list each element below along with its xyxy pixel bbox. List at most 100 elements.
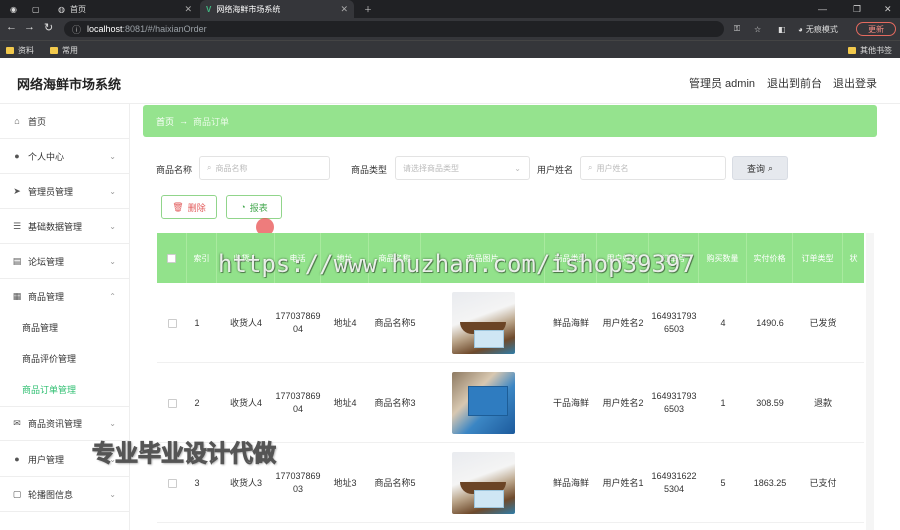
- breadcrumb: 首页 → 商品订单: [143, 105, 877, 137]
- sidebar-subitem-reviews[interactable]: 商品评价管理: [0, 343, 130, 374]
- sidebar-item-basedata[interactable]: ☰ 基础数据管理 ⌄: [0, 209, 130, 244]
- cell-user-name: 用户姓名1: [602, 477, 644, 488]
- back-icon[interactable]: ←: [6, 21, 17, 33]
- cell-address: 地址3: [333, 477, 357, 488]
- folder-icon: [50, 47, 58, 54]
- browser-tab-home[interactable]: ◍ 首页 ✕: [52, 0, 198, 18]
- incognito-icon: ◕: [798, 24, 803, 34]
- chevron-down-icon: ⌄: [109, 419, 116, 428]
- cell-order-type: 已支付: [809, 477, 837, 488]
- new-tab-button[interactable]: ＋: [358, 0, 374, 18]
- sidebar-subitem-goods[interactable]: 商品管理: [0, 312, 130, 343]
- watermark-text: https://www.huzhan.com/ishop39397: [218, 250, 695, 278]
- cell-address: 地址4: [333, 317, 357, 328]
- trash-icon: 🗑: [172, 201, 184, 212]
- cell-quantity: 1: [720, 397, 726, 408]
- cell-goods-name: 商品名称3: [374, 397, 416, 408]
- bookmark-folder[interactable]: 常用: [50, 45, 78, 56]
- chevron-down-icon: ⌄: [109, 221, 116, 231]
- query-button[interactable]: 查询 ⌕: [732, 156, 788, 180]
- goods-name-input[interactable]: ⌕ 商品名称: [199, 156, 330, 180]
- col-order-type: 订单类型: [793, 233, 843, 283]
- address-bar[interactable]: ⓘ localhost:8081/#/haixianOrder: [64, 21, 724, 37]
- minimize-icon[interactable]: —: [818, 0, 827, 18]
- logout-link[interactable]: 退出登录: [833, 75, 877, 91]
- restore-icon[interactable]: ❐: [853, 0, 861, 18]
- col-quantity: 购买数量: [699, 233, 747, 283]
- cell-order-no: 1649317936503: [651, 311, 697, 334]
- app-header: 网络海鲜市场系统 管理员 admin 退出到前台 退出登录: [0, 58, 900, 104]
- chevron-down-icon: ⌄: [514, 163, 521, 173]
- table-scrollbar[interactable]: [866, 233, 874, 530]
- row-checkbox[interactable]: [157, 283, 187, 363]
- breadcrumb-current: 商品订单: [193, 116, 230, 127]
- sidebar-subitem-orders[interactable]: 商品订单管理: [0, 374, 130, 405]
- cell-price: 1863.25: [753, 477, 787, 488]
- report-button[interactable]: ◔ 报表: [226, 195, 282, 219]
- close-icon[interactable]: ✕: [340, 4, 348, 15]
- user-name-label: 用户姓名: [537, 165, 574, 175]
- bookmark-folder[interactable]: 资料: [6, 45, 34, 56]
- browser-tab-active[interactable]: V 网络海鲜市场系统 ✕: [200, 0, 354, 18]
- cell-receiver: 收货人4: [229, 397, 262, 408]
- folder-icon: [848, 47, 856, 54]
- goods-type-select[interactable]: 请选择商品类型 ⌄: [395, 156, 530, 180]
- tab-square-icon[interactable]: ▢: [26, 0, 48, 18]
- image-icon: ▢: [12, 488, 22, 499]
- goods-thumbnail[interactable]: [451, 292, 515, 354]
- delete-button[interactable]: 🗑 删除: [161, 195, 217, 219]
- goods-thumbnail[interactable]: [451, 452, 515, 514]
- update-button[interactable]: 更新: [856, 22, 896, 36]
- other-bookmarks[interactable]: 其他书签: [848, 45, 892, 56]
- user-name-input[interactable]: ⌕ 用户姓名: [580, 156, 726, 180]
- cell-goods-type: 鲜品海鲜: [552, 477, 589, 488]
- cell-order-type: 已发货: [809, 317, 837, 328]
- cell-goods-image: [421, 283, 545, 363]
- sidebar-item-forum[interactable]: ▤ 论坛管理 ⌄: [0, 244, 130, 279]
- tab-strip-icon[interactable]: ◉: [4, 0, 26, 18]
- cell-user-name: 用户姓名2: [602, 317, 644, 328]
- promo-overlay-text: 专业毕业设计代做: [92, 440, 277, 467]
- card-shape: [473, 330, 504, 348]
- cell-goods-image: [421, 443, 545, 523]
- select-all-checkbox[interactable]: [157, 233, 187, 283]
- folder-icon: [6, 47, 14, 54]
- sidebar-item-admins[interactable]: ➤ 管理员管理 ⌄: [0, 174, 130, 209]
- incognito-indicator[interactable]: ◕ 无痕模式: [798, 21, 838, 37]
- row-checkbox[interactable]: [157, 363, 187, 443]
- cell-goods-name: 商品名称5: [374, 477, 416, 488]
- star-icon[interactable]: ☆: [754, 21, 761, 37]
- doc-icon: ▤: [12, 255, 22, 266]
- cell-quantity: 5: [720, 477, 726, 488]
- frontend-link[interactable]: 退出到前台: [767, 75, 822, 91]
- card-shape: [473, 490, 504, 508]
- checkbox-box: [167, 398, 177, 408]
- goods-thumbnail[interactable]: [451, 372, 515, 434]
- cell-index: 2: [194, 397, 200, 408]
- sidepanel-icon[interactable]: ◧: [778, 21, 786, 37]
- window-close-icon[interactable]: ✕: [884, 0, 892, 18]
- close-icon[interactable]: ✕: [184, 4, 192, 15]
- sidebar-item-goods[interactable]: ▦ 商品管理 ⌃: [0, 279, 130, 314]
- cell-quantity: 4: [720, 317, 726, 328]
- cell-price: 1490.6: [756, 317, 784, 328]
- sidebar-item-profile[interactable]: ● 个人中心 ⌄: [0, 139, 130, 174]
- reload-icon[interactable]: ↻: [44, 21, 53, 34]
- app-title: 网络海鲜市场系统: [17, 77, 122, 92]
- cell-phone: 17703786903: [275, 471, 321, 494]
- browser-tab-bar: ◉ ▢ ◍ 首页 ✕ V 网络海鲜市场系统 ✕ ＋ — ❐ ✕: [0, 0, 900, 18]
- forward-icon[interactable]: →: [24, 21, 35, 33]
- sidebar-item-carousel[interactable]: ▢ 轮播图信息 ⌄: [0, 477, 130, 512]
- table-row: 1 收货人4 17703786904 地址4 商品名称5 鲜品海鲜 用户姓名2 …: [157, 283, 864, 363]
- checkbox-box: [167, 478, 177, 488]
- breadcrumb-separator: →: [179, 116, 189, 126]
- grid-icon: ▦: [12, 291, 22, 301]
- breadcrumb-home[interactable]: 首页: [156, 115, 174, 128]
- cell-price: 308.59: [756, 397, 784, 408]
- home-icon: ⌂: [14, 116, 20, 126]
- cell-order-no: 1649316225304: [651, 471, 697, 494]
- sidebar-item-home[interactable]: ⌂ 首页: [0, 104, 130, 139]
- cell-goods-type: 鲜品海鲜: [552, 317, 589, 328]
- checkbox-box: [167, 253, 176, 263]
- key-icon[interactable]: ⚿: [734, 21, 740, 37]
